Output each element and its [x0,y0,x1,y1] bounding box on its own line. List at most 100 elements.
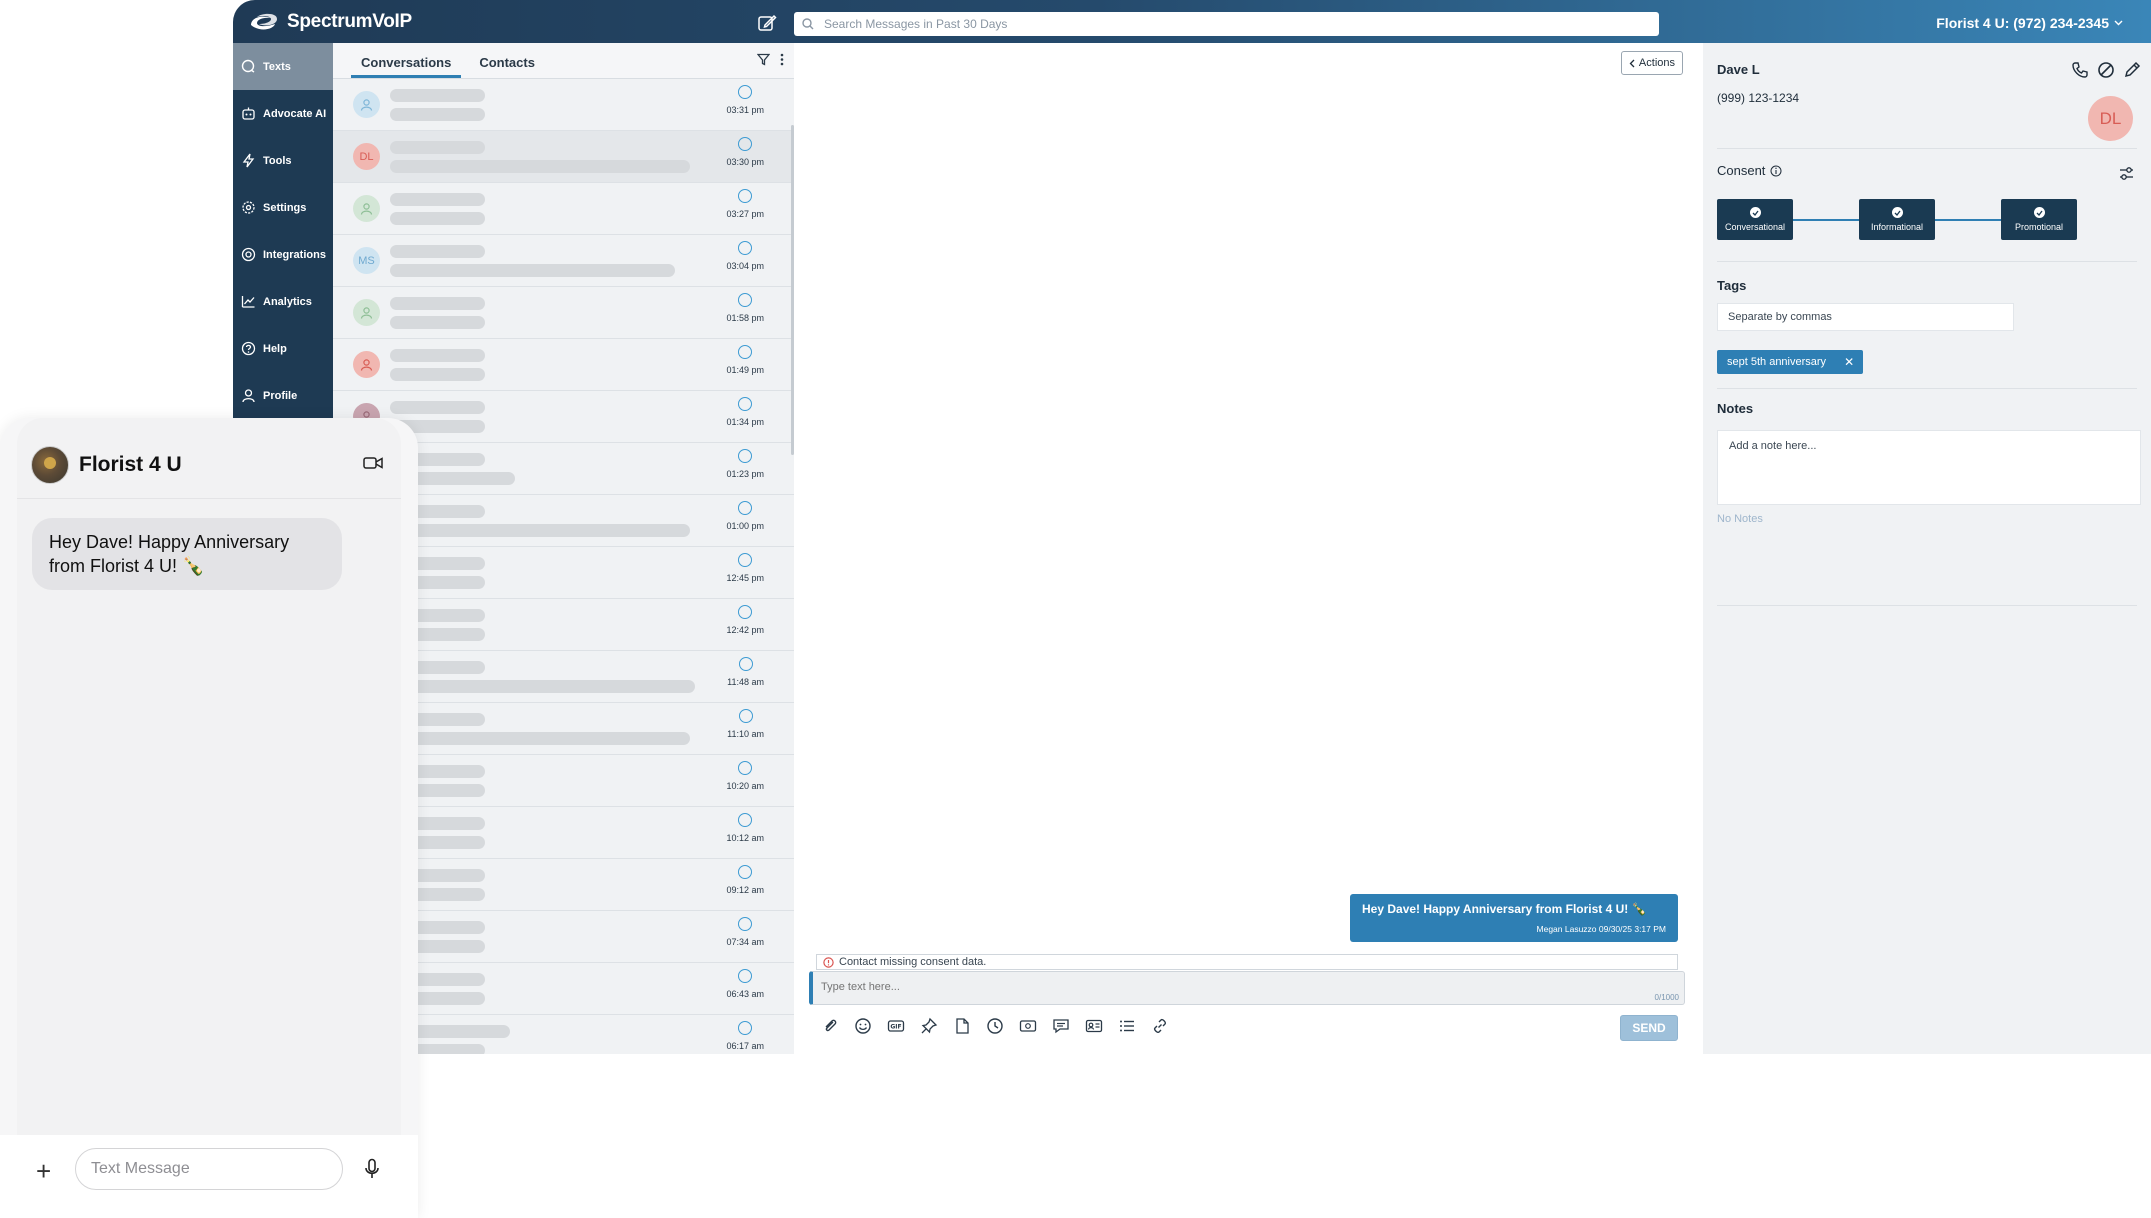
conversation-row[interactable]: 03:27 pm [333,183,794,235]
attach-icon[interactable] [821,1017,839,1035]
microphone-icon[interactable] [364,1158,380,1180]
tag-chip[interactable]: sept 5th anniversary ✕ [1717,350,1864,374]
brand-logo[interactable]: SpectrumVoIP [247,11,412,33]
conversation-time: 01:34 pm [726,417,764,427]
conversation-time: 03:04 pm [726,261,764,271]
list-icon[interactable] [1118,1017,1136,1035]
conversation-time: 06:43 am [726,989,764,999]
conversation-row[interactable]: 03:31 pm [333,79,794,131]
sidebar-item-texts[interactable]: Texts [233,43,333,90]
schedule-icon[interactable] [986,1017,1004,1035]
conversation-row[interactable]: DL 03:30 pm [333,131,794,183]
edit-icon[interactable] [2123,61,2141,79]
chart-icon [241,296,255,308]
contact-avatar: DL [2088,96,2133,141]
unread-indicator [738,813,753,827]
conversation-time: 06:17 am [726,1041,764,1051]
robot-icon [242,107,255,120]
tags-input[interactable] [1717,303,2014,331]
sidebar-item-advocate-ai[interactable]: Advocate AI [233,90,333,137]
divider [1717,261,2137,262]
block-icon[interactable] [2097,61,2115,79]
conversation-row[interactable]: 01:58 pm [333,287,794,339]
sidebar-item-integrations[interactable]: Integrations [233,231,333,278]
divider [1717,148,2137,149]
sidebar-item-tools[interactable]: Tools [233,137,333,184]
actions-button[interactable]: Actions [1620,51,1683,75]
text-message-input[interactable] [75,1148,343,1190]
conversation-time: 10:20 am [726,781,764,791]
search-input[interactable] [824,17,1624,31]
link-icon[interactable] [1151,1017,1169,1035]
consent-label-conversational: Conversational [1724,222,1786,232]
spectrum-app: SpectrumVoIP Florist 4 U: (972) 234-2345… [233,0,2151,1054]
conversation-preview-placeholder [390,660,695,693]
account-selector[interactable]: Florist 4 U: (972) 234-2345 [1936,15,2123,31]
message-composer[interactable]: 0/1000 [809,971,1685,1005]
unread-indicator [738,917,753,931]
gif-icon[interactable]: GIF [887,1017,905,1035]
notes-input[interactable] [1717,430,2141,505]
unread-indicator [738,1021,753,1035]
template-icon[interactable] [1052,1017,1070,1035]
phone-icon[interactable] [2071,61,2089,79]
message-input[interactable] [813,972,1613,1002]
file-icon[interactable] [953,1017,971,1035]
unread-indicator [738,449,753,463]
conversation-preview-placeholder [390,192,485,225]
consent-conversational[interactable]: Conversational [1717,199,1793,240]
unread-indicator [738,137,753,151]
consent-informational[interactable]: Informational [1859,199,1935,240]
consent-label-promotional: Promotional [2014,222,2064,232]
consent-promotional[interactable]: Promotional [2001,199,2077,240]
sidebar-item-analytics[interactable]: Analytics [233,278,333,325]
conversation-preview-placeholder [390,244,675,277]
unread-indicator [738,241,753,255]
emoji-icon[interactable] [854,1017,872,1035]
tag-label: sept 5th anniversary [1727,356,1827,368]
tab-conversations[interactable]: Conversations [351,55,462,78]
conversation-row[interactable]: 01:49 pm [333,339,794,391]
video-call-icon[interactable] [363,456,383,470]
unread-indicator [738,85,753,99]
svg-text:GIF: GIF [890,1024,901,1031]
contact-avatar [353,351,380,378]
contact-avatar: DL [353,143,380,170]
account-label: Florist 4 U: (972) 234-2345 [1936,15,2109,31]
remove-tag-icon[interactable]: ✕ [1844,355,1854,369]
sidebar-item-label: Settings [263,201,307,214]
unread-indicator [738,969,753,983]
conversation-preview-placeholder [390,504,690,537]
composer-toolbar: GIF [821,1017,1169,1035]
sidebar-item-help[interactable]: Help [233,325,333,372]
help-icon [241,341,256,356]
conversation-time: 01:58 pm [726,313,764,323]
sidebar-item-label: Tools [263,154,292,167]
outgoing-message[interactable]: Hey Dave! Happy Anniversary from Florist… [1350,894,1678,942]
sidebar-item-label: Integrations [263,248,326,261]
sidebar-item-profile[interactable]: Profile [233,372,333,419]
payment-icon[interactable] [1019,1017,1037,1035]
outgoing-message-text: Hey Dave! Happy Anniversary from Florist… [1362,902,1647,916]
more-options-icon[interactable] [780,53,784,66]
sidebar-item-settings[interactable]: Settings [233,184,333,231]
plus-icon[interactable]: + [36,1156,51,1187]
conversation-time: 01:49 pm [726,365,764,375]
filter-icon[interactable] [757,53,770,66]
send-button[interactable]: SEND [1620,1015,1678,1041]
phone-header: Florist 4 U [31,446,182,484]
conversation-time: 07:34 am [726,937,764,947]
tab-contacts[interactable]: Contacts [469,55,545,78]
unread-indicator [738,189,753,203]
compose-icon[interactable] [757,13,777,33]
conversation-row[interactable]: MS 03:04 pm [333,235,794,287]
search-bar[interactable] [794,12,1659,36]
check-icon [1891,207,1903,218]
consent-settings-icon[interactable] [2118,165,2135,182]
incoming-message[interactable]: Hey Dave! Happy Anniversary from Florist… [32,518,342,590]
notes-title: Notes [1717,401,1754,416]
pin-icon[interactable] [920,1017,938,1035]
contact-card-icon[interactable] [1085,1017,1103,1035]
info-icon[interactable] [1770,165,1782,177]
consent-warning-text: Contact missing consent data. [839,956,987,968]
